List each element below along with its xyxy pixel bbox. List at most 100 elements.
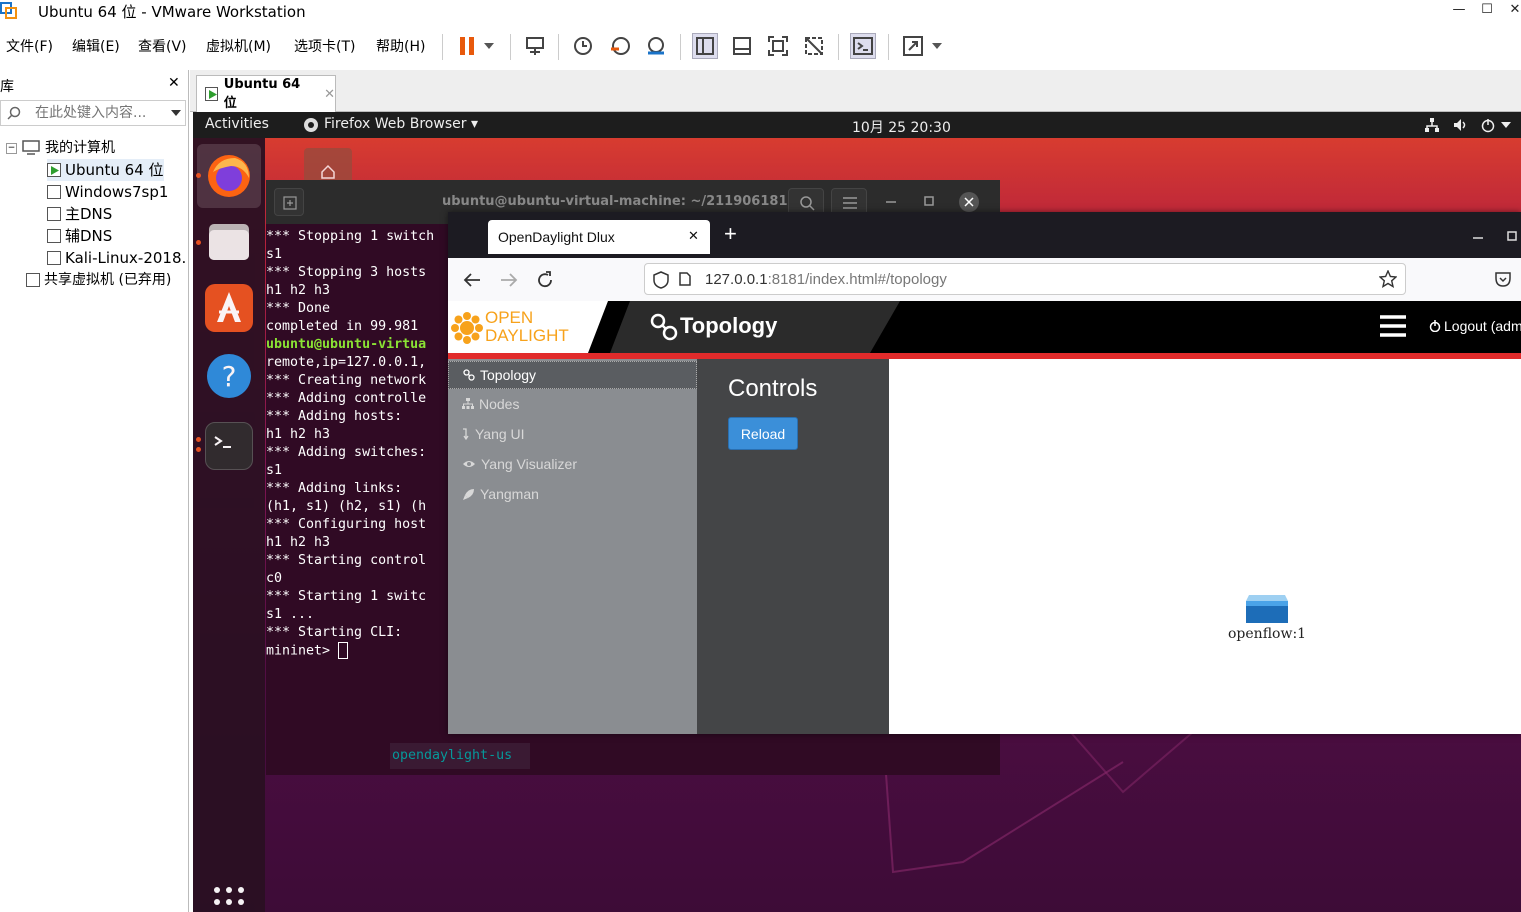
thumbnail-bar-icon[interactable] bbox=[729, 33, 755, 59]
home-folder-icon[interactable] bbox=[304, 148, 352, 184]
shield-icon[interactable] bbox=[653, 271, 669, 289]
url-bar[interactable]: 127.0.0.1:8181/index.html#/topology bbox=[644, 263, 1406, 295]
chevron-down-icon[interactable] bbox=[480, 33, 498, 59]
tree-vm-label: 辅DNS bbox=[65, 227, 113, 245]
tree-my-computer[interactable]: − 我的计算机 bbox=[6, 137, 115, 159]
page-info-icon[interactable] bbox=[679, 272, 691, 286]
reload-icon[interactable] bbox=[536, 271, 554, 289]
pause-icon[interactable] bbox=[454, 33, 480, 59]
new-tab-button[interactable] bbox=[274, 188, 304, 216]
tree-vm-windows7[interactable]: Windows7sp1 bbox=[47, 181, 168, 203]
sidebar-item-yang-visualizer[interactable]: Yang Visualizer bbox=[462, 456, 577, 472]
firefox-new-tab-button[interactable]: + bbox=[724, 221, 737, 247]
minimize-button[interactable]: — bbox=[1444, 0, 1474, 22]
library-title: 库 bbox=[0, 79, 14, 95]
software-center-icon bbox=[217, 292, 241, 322]
vm-running-icon bbox=[47, 163, 61, 177]
vm-icon bbox=[47, 229, 61, 243]
firefox-nav-bar: 127.0.0.1:8181/index.html#/topology bbox=[448, 258, 1521, 302]
chevron-down-icon[interactable] bbox=[171, 110, 181, 116]
back-arrow-icon[interactable] bbox=[463, 272, 481, 288]
vm-tab-ubuntu[interactable]: Ubuntu 64 位 ✕ bbox=[196, 75, 336, 112]
sidebar-item-yang-ui[interactable]: Yang UI bbox=[462, 426, 525, 442]
snapshot-icon[interactable] bbox=[570, 33, 596, 59]
maximize-button[interactable]: ☐ bbox=[1472, 0, 1502, 22]
switch-node-icon[interactable] bbox=[1245, 593, 1289, 625]
sidebar-item-nodes[interactable]: Nodes bbox=[462, 396, 519, 412]
firefox-window[interactable]: OpenDaylight Dlux ✕ + 127.0.0.1:8181/ind… bbox=[448, 212, 1521, 734]
library-close-button[interactable]: ✕ bbox=[168, 75, 180, 91]
firefox-tab-close-button[interactable]: ✕ bbox=[688, 228, 699, 244]
power-icon[interactable] bbox=[1480, 117, 1496, 133]
menu-view[interactable]: 查看(V) bbox=[138, 36, 187, 56]
collapse-icon[interactable]: − bbox=[6, 142, 17, 154]
tree-vm-label: Ubuntu 64 位 bbox=[65, 161, 164, 179]
terminal-icon bbox=[214, 436, 231, 448]
power-icon bbox=[1429, 320, 1441, 332]
url-path: :8181/index.html#/topology bbox=[767, 270, 947, 288]
library-search[interactable] bbox=[0, 100, 186, 126]
full-screen-icon[interactable] bbox=[765, 33, 791, 59]
maximize-icon[interactable] bbox=[924, 196, 934, 206]
pocket-icon[interactable] bbox=[1495, 271, 1511, 287]
snapshot-manager-icon[interactable] bbox=[643, 33, 669, 59]
firefox-tab-active[interactable]: OpenDaylight Dlux ✕ bbox=[488, 220, 710, 254]
unity-mode-icon[interactable] bbox=[801, 33, 827, 59]
files-icon bbox=[209, 224, 249, 260]
revert-snapshot-icon[interactable] bbox=[607, 33, 633, 59]
terminal-title: ubuntu@ubuntu-virtual-machine: ~/2119061… bbox=[442, 194, 788, 209]
menu-edit[interactable]: 编辑(E) bbox=[72, 36, 120, 56]
stretch-guest-icon[interactable] bbox=[900, 33, 926, 59]
odl-logo[interactable]: OPEN DAYLIGHT bbox=[448, 301, 608, 353]
topology-canvas[interactable]: openflow:1 bbox=[889, 359, 1511, 734]
menu-help[interactable]: 帮助(H) bbox=[376, 36, 425, 56]
sidebar-item-topology[interactable]: Topology bbox=[448, 361, 697, 389]
reload-button[interactable]: Reload bbox=[728, 417, 798, 450]
dock-software[interactable] bbox=[205, 284, 253, 332]
dock-terminal[interactable] bbox=[205, 422, 253, 470]
logout-link[interactable]: Logout (adm bbox=[1444, 318, 1521, 334]
volume-icon[interactable] bbox=[1453, 117, 1469, 133]
tree-vm-main-dns[interactable]: 主DNS bbox=[47, 203, 112, 225]
new-tab-icon bbox=[283, 196, 297, 210]
tree-vm-ubuntu[interactable]: Ubuntu 64 位 bbox=[47, 159, 164, 181]
app-menu[interactable]: Firefox Web Browser ▾ bbox=[324, 116, 478, 132]
activities-button[interactable]: Activities bbox=[205, 116, 269, 132]
show-applications-icon[interactable] bbox=[213, 886, 245, 912]
clock[interactable]: 10月 25 20:30 bbox=[852, 117, 951, 137]
forward-arrow-icon[interactable] bbox=[500, 272, 518, 288]
search-icon bbox=[800, 196, 815, 211]
vm-tab-close-button[interactable]: ✕ bbox=[324, 87, 335, 102]
chevron-down-icon[interactable] bbox=[1501, 122, 1511, 128]
odl-logo-open: OPEN bbox=[485, 308, 534, 327]
chevron-down-icon[interactable] bbox=[928, 33, 946, 59]
maximize-icon[interactable] bbox=[1507, 231, 1517, 241]
tree-shared-vms[interactable]: 共享虚拟机 (已弃用) bbox=[26, 269, 171, 291]
network-icon[interactable] bbox=[1424, 117, 1440, 133]
library-search-input[interactable] bbox=[35, 103, 163, 123]
menu-bar: 文件(F) 编辑(E) 查看(V) 虚拟机(M) 选项卡(T) 帮助(H) bbox=[0, 24, 1521, 68]
terminal-close-button[interactable] bbox=[959, 192, 979, 212]
minimize-icon[interactable] bbox=[886, 200, 896, 204]
bookmark-star-icon[interactable] bbox=[1379, 270, 1397, 288]
dock-firefox[interactable] bbox=[197, 144, 261, 208]
sidebar-item-yangman[interactable]: Yangman bbox=[462, 486, 539, 502]
send-ctrl-alt-del-icon[interactable] bbox=[522, 33, 548, 59]
hamburger-icon[interactable] bbox=[1380, 315, 1406, 337]
menu-tabs[interactable]: 选项卡(T) bbox=[294, 36, 355, 56]
computer-icon bbox=[22, 140, 40, 155]
svg-text:?: ? bbox=[222, 360, 237, 393]
minimize-icon[interactable] bbox=[1473, 236, 1483, 240]
console-view-icon[interactable] bbox=[850, 33, 876, 59]
eye-icon bbox=[463, 461, 475, 467]
sitemap-icon bbox=[462, 398, 474, 409]
dock-help[interactable]: ? bbox=[205, 352, 253, 400]
menu-vm[interactable]: 虚拟机(M) bbox=[206, 36, 271, 56]
show-library-icon[interactable] bbox=[692, 33, 718, 59]
menu-file[interactable]: 文件(F) bbox=[6, 36, 53, 56]
guest-display[interactable]: Activities Firefox Web Browser ▾ 10月 25 … bbox=[193, 112, 1521, 912]
dock-files[interactable] bbox=[205, 218, 253, 266]
tree-vm-kali[interactable]: Kali-Linux-2018. bbox=[47, 247, 187, 269]
close-button[interactable]: ✕ bbox=[1500, 0, 1521, 22]
tree-vm-aux-dns[interactable]: 辅DNS bbox=[47, 225, 112, 247]
